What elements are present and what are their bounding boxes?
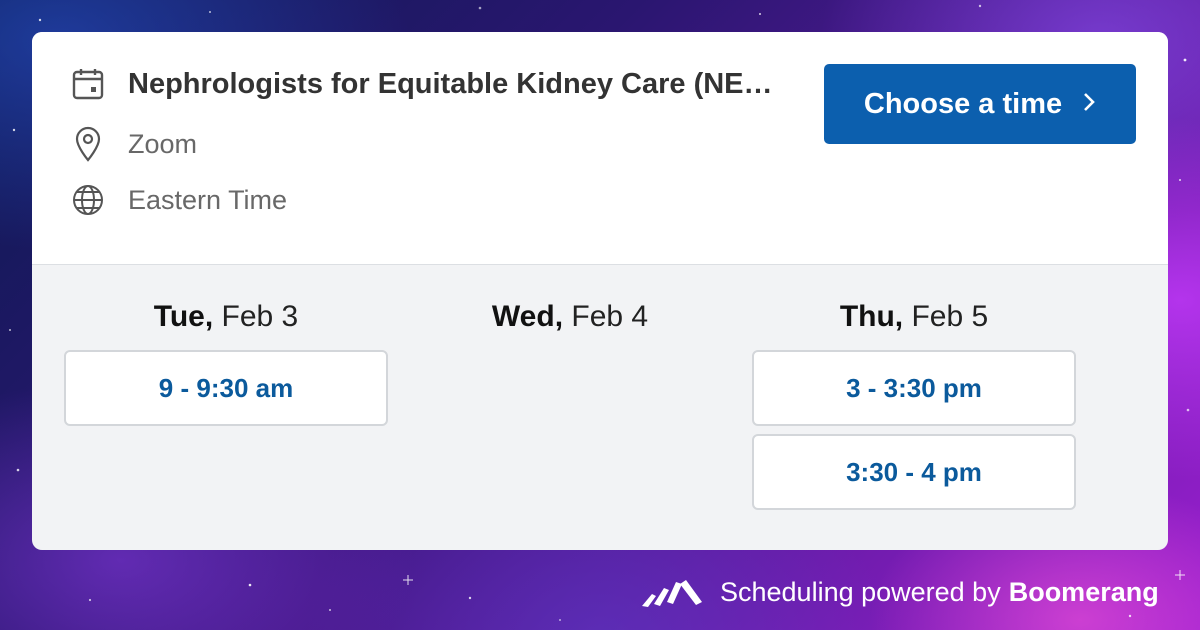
day-weekday: Thu, [839,300,904,333]
day-weekday: Wed, [491,300,564,333]
event-location-row: Zoom [70,126,197,162]
time-slot-button[interactable]: 9 - 9:30 am [64,350,388,426]
brand-name[interactable]: Boomerang [1009,577,1159,608]
time-slot-button[interactable]: 3:30 - 4 pm [752,434,1076,510]
event-timezone-row: Eastern Time [70,182,287,218]
day-header-tue: Tue, Feb 3 [64,300,388,334]
choose-a-time-label: Choose a time [863,87,1063,120]
time-slot-button[interactable]: 3 - 3:30 pm [752,350,1076,426]
event-location: Zoom [128,128,198,159]
boomerang-logo-icon [640,576,704,608]
chevron-right-icon [1082,88,1096,121]
event-details-panel: Nephrologists for Equitable Kidney Care … [32,32,1168,265]
powered-by-text: Scheduling powered by [720,576,1001,607]
scheduling-card: Nephrologists for Equitable Kidney Care … [32,32,1168,550]
day-header-wed: Wed, Feb 4 [408,300,732,334]
day-header-thu: Thu, Feb 5 [752,300,1076,334]
day-date: Feb 3 [213,300,299,333]
location-pin-icon [70,126,106,162]
event-title-row: Nephrologists for Equitable Kidney Care … [70,66,788,102]
powered-by-footer: Scheduling powered by Boomerang [640,570,1159,614]
choose-a-time-button[interactable]: Choose a time [824,64,1136,144]
day-weekday: Tue, [153,300,214,333]
event-timezone: Eastern Time [128,184,288,215]
day-date: Feb 4 [563,300,649,333]
event-title: Nephrologists for Equitable Kidney Care … [128,67,773,100]
calendar-icon [70,66,106,102]
day-date: Feb 5 [903,300,989,333]
globe-icon [70,182,106,218]
